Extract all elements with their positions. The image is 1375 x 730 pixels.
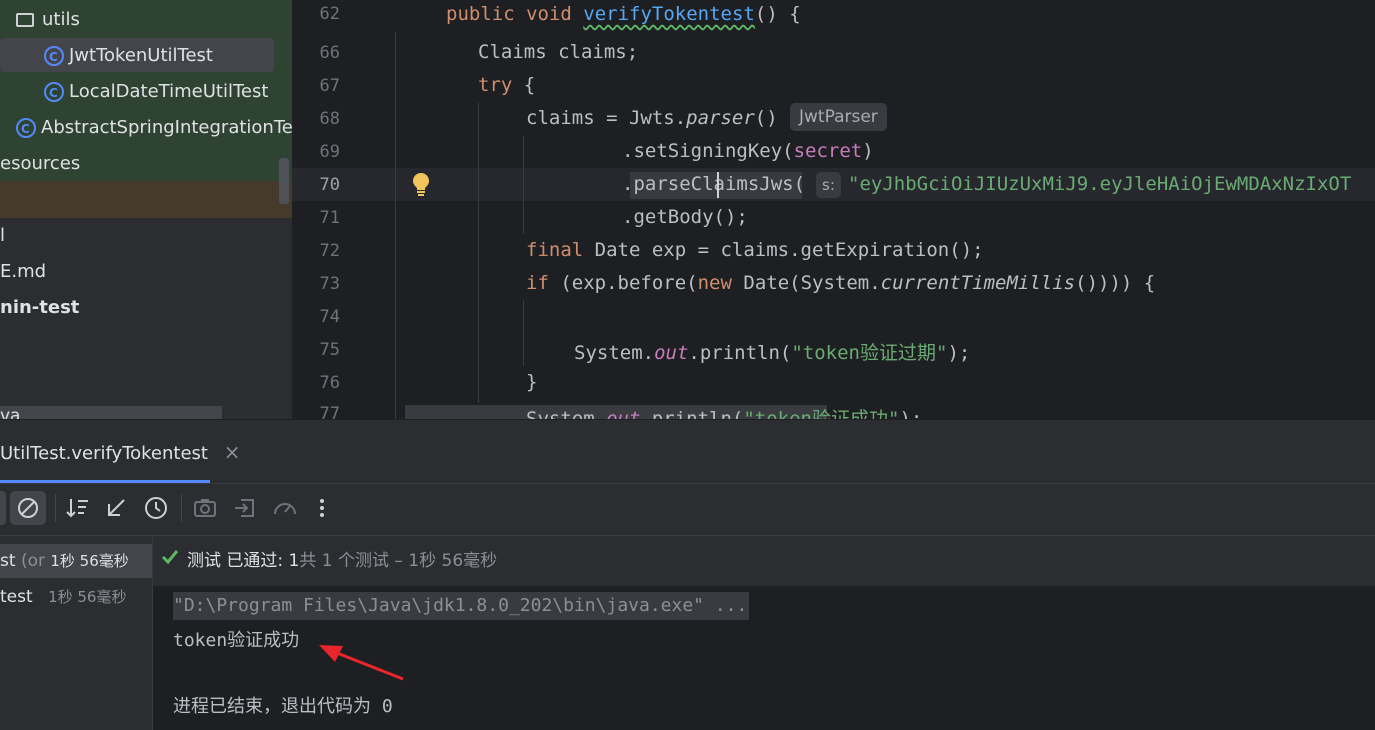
- test-status-text: 测试 已通过: 1共 1 个测试 – 1秒 56毫秒: [187, 551, 498, 571]
- history-icon[interactable]: [140, 492, 172, 524]
- run-tab[interactable]: UtilTest.verifyTokentest ×: [0, 440, 240, 464]
- line-number: 69: [319, 142, 340, 162]
- sort-icon[interactable]: [62, 492, 94, 524]
- tree-item-jwt-test[interactable]: JwtTokenUtilTest: [44, 40, 213, 73]
- code-line-62: public void verifyTokentest() {: [446, 3, 801, 25]
- line-number: 67: [319, 76, 340, 96]
- line-number: 71: [319, 208, 340, 228]
- toolbar-button-cut[interactable]: [0, 491, 6, 525]
- indent-guide: [395, 32, 396, 419]
- line-number: 74: [319, 307, 340, 327]
- red-arrow-annotation: [319, 645, 404, 681]
- line-number: 68: [319, 109, 340, 129]
- tree-item-readme[interactable]: E.md: [0, 256, 46, 288]
- line-number: 70: [319, 175, 340, 195]
- toolbar-separator: [55, 494, 56, 522]
- show-ignored-button[interactable]: [10, 491, 46, 525]
- test-class-icon: [44, 41, 64, 73]
- test-class-icon: [16, 113, 36, 145]
- tree-item-utils[interactable]: utils: [16, 4, 80, 36]
- tree-item-datetime-test[interactable]: LocalDateTimeUtilTest: [44, 76, 268, 109]
- code-line-66: Claims claims;: [478, 41, 639, 63]
- text-cursor: [717, 172, 719, 198]
- test-class-icon: [44, 77, 64, 109]
- indent-guide: [523, 300, 524, 366]
- tree-item-module[interactable]: nin-test: [0, 292, 79, 324]
- code-line-69: .setSigningKey(secret): [622, 140, 874, 162]
- resources-highlight: [0, 181, 292, 218]
- line-number: 72: [319, 241, 340, 261]
- line-number: 77: [319, 404, 340, 419]
- code-line-71: .getBody();: [622, 206, 748, 228]
- project-scrollbar[interactable]: [279, 158, 289, 204]
- code-line-77: System.out.println("token验证成功");: [526, 408, 923, 419]
- code-editor[interactable]: 62 66 67 68 69 70 71 72 73 74 75 76 77 p…: [292, 0, 1375, 419]
- project-panel: utils JwtTokenUtilTest LocalDateTimeUtil…: [0, 0, 292, 419]
- code-line-67: try {: [478, 74, 536, 96]
- folder-icon: [16, 13, 34, 27]
- cancel-circle-icon: [18, 498, 38, 518]
- tree-item-abstract-test[interactable]: AbstractSpringIntegrationTest: [16, 112, 292, 145]
- line-number: 75: [319, 340, 340, 360]
- code-line-73: if (exp.before(new Date(System.currentTi…: [526, 272, 1156, 294]
- code-line-76: }: [526, 371, 538, 393]
- console-success-line: token验证成功: [173, 630, 300, 651]
- run-tab-bar: UtilTest.verifyTokentest ×: [0, 419, 1375, 484]
- code-line-70: .parseClaimsJws(: [622, 173, 806, 195]
- collapse-icon[interactable]: [100, 492, 132, 524]
- code-line-72: final Date exp = claims.getExpiration();: [526, 239, 984, 261]
- line-number: 62: [319, 4, 340, 24]
- line-number: 73: [319, 274, 340, 294]
- type-hint-jwtparser: JwtParser: [790, 103, 887, 131]
- indent-guide: [478, 103, 479, 403]
- gauge-icon[interactable]: [269, 492, 301, 524]
- toolbar-separator: [181, 494, 182, 522]
- test-tree-child[interactable]: test 1秒 56毫秒: [0, 586, 126, 607]
- console-exit-line: 进程已结束，退出代码为 0: [173, 696, 393, 717]
- code-line-68: claims = Jwts.parser(): [526, 107, 778, 129]
- check-icon: [160, 547, 180, 571]
- console-output[interactable]: 测试 已通过: 1共 1 个测试 – 1秒 56毫秒 "D:\Program F…: [152, 535, 1375, 730]
- line-number: 76: [319, 373, 340, 393]
- tree-item-partial[interactable]: l: [0, 220, 5, 252]
- console-command-line: "D:\Program Files\Java\jdk1.8.0_202\bin\…: [173, 592, 750, 620]
- test-results-tree: st (or 1秒 56毫秒 test 1秒 56毫秒: [0, 535, 152, 730]
- more-options-icon[interactable]: [306, 492, 338, 524]
- tree-item-java[interactable]: va: [0, 406, 222, 419]
- tree-item-resources[interactable]: esources: [0, 148, 80, 180]
- code-string-token: "eyJhbGciOiJIUzUxMiJ9.eyJleHAiOjEwMDAxNz…: [848, 173, 1352, 195]
- test-tree-root[interactable]: st (or 1秒 56毫秒: [0, 550, 129, 571]
- lightbulb-icon[interactable]: [412, 172, 429, 196]
- line-number: 66: [319, 43, 340, 63]
- camera-icon[interactable]: [189, 492, 221, 524]
- close-icon[interactable]: ×: [224, 440, 241, 464]
- import-icon[interactable]: [229, 492, 261, 524]
- code-line-75: System.out.println("token验证过期");: [574, 342, 971, 364]
- param-hint: s:: [816, 172, 841, 198]
- indent-guide: [523, 136, 524, 234]
